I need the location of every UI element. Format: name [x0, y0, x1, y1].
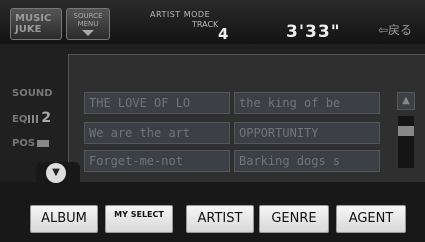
sidebar: SOUND EQ 2 POS [0, 44, 70, 162]
scrollbar-thumb[interactable] [398, 126, 414, 136]
list-item[interactable]: Barking dogs s [234, 150, 380, 172]
music-juke-button[interactable]: MUSIC JUKE [10, 8, 62, 40]
source-menu-button[interactable]: SOURCE MENU [66, 8, 110, 40]
equalizer-icon [28, 115, 41, 123]
list-item[interactable]: We are the art [84, 122, 230, 144]
scroll-up-button[interactable]: ▲ [397, 92, 415, 110]
mode-label: ARTIST MODE [150, 10, 211, 19]
audio-screen: MUSIC JUKE SOURCE MENU ARTIST MODE TRACK… [0, 0, 425, 242]
sound-label: SOUND [12, 88, 53, 99]
track-number: 4 [218, 25, 229, 43]
scrollbar-track[interactable] [398, 116, 414, 168]
elapsed-time: 3'33" [286, 22, 341, 42]
list-item[interactable]: Forget-me-not [84, 150, 230, 172]
position-icon [37, 140, 50, 147]
agent-button[interactable]: AGENT [336, 205, 406, 233]
genre-button[interactable]: GENRE [259, 205, 329, 233]
eq-value: 2 [41, 110, 52, 126]
source-menu-label: SOURCE MENU [73, 12, 103, 28]
sound-button[interactable]: SOUND [12, 88, 53, 99]
artist-button[interactable]: ARTIST [186, 205, 254, 233]
top-bar: MUSIC JUKE SOURCE MENU ARTIST MODE TRACK… [0, 0, 425, 44]
expand-panel-button[interactable]: ▼ [46, 163, 66, 183]
chevron-down-icon [82, 30, 94, 36]
music-juke-label: MUSIC JUKE [15, 13, 52, 35]
track-label: TRACK [192, 20, 219, 29]
list-item[interactable]: the king of be [234, 92, 380, 114]
pos-button[interactable]: POS [12, 138, 50, 149]
list-item[interactable]: THE LOVE OF LO [84, 92, 230, 114]
list-item[interactable]: OPPORTUNITY [234, 122, 380, 144]
eq-label: EQ [12, 114, 28, 125]
my-select-button[interactable]: MY SELECT [105, 205, 173, 233]
pos-label: POS [12, 138, 36, 149]
eq-button[interactable]: EQ 2 [12, 110, 51, 126]
album-button[interactable]: ALBUM [30, 205, 98, 233]
back-button[interactable]: ⇦戻る [378, 21, 412, 38]
